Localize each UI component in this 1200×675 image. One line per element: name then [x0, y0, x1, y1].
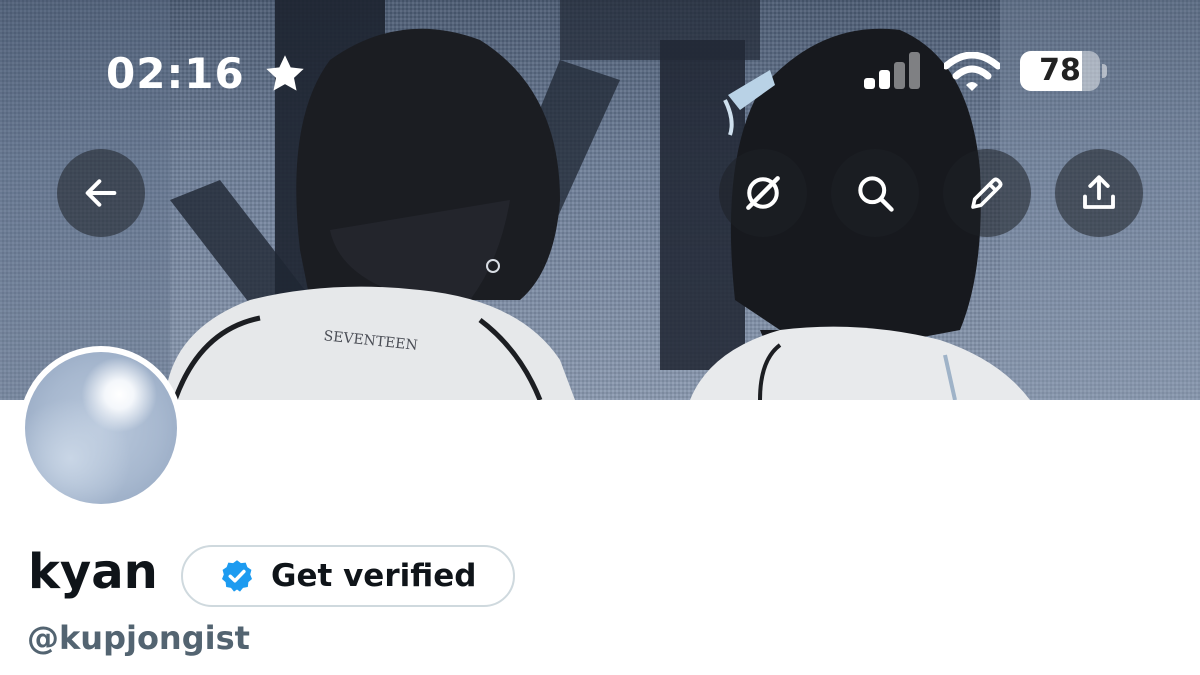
battery-cap [1102, 64, 1107, 78]
display-name: kyan [28, 544, 158, 600]
battery-icon: 78 [1020, 51, 1100, 91]
profile-banner[interactable]: SEVENTEEN 02:16 78 [0, 0, 1200, 400]
cellular-signal-icon [864, 52, 920, 89]
user-handle: @kupjongist [27, 619, 250, 657]
get-verified-button[interactable]: Get verified [181, 545, 515, 607]
pencil-icon [971, 177, 1003, 209]
grok-button[interactable] [719, 149, 807, 237]
star-icon [266, 55, 304, 91]
status-time: 02:16 [106, 49, 245, 98]
get-verified-label: Get verified [271, 558, 477, 594]
share-icon [1083, 175, 1115, 209]
profile-screen: SEVENTEEN 02:16 78 kyan Get verified @ku… [0, 0, 1200, 675]
back-button[interactable] [57, 149, 145, 237]
battery-level: 78 [1039, 53, 1081, 88]
search-button[interactable] [831, 149, 919, 237]
grok-icon [746, 176, 780, 210]
avatar[interactable] [19, 346, 183, 510]
wifi-icon [944, 52, 1000, 91]
avatar-image [25, 352, 177, 504]
verified-badge-icon [222, 560, 252, 592]
share-button[interactable] [1055, 149, 1143, 237]
back-arrow-icon [85, 179, 117, 207]
search-icon [858, 176, 894, 212]
edit-button[interactable] [943, 149, 1031, 237]
